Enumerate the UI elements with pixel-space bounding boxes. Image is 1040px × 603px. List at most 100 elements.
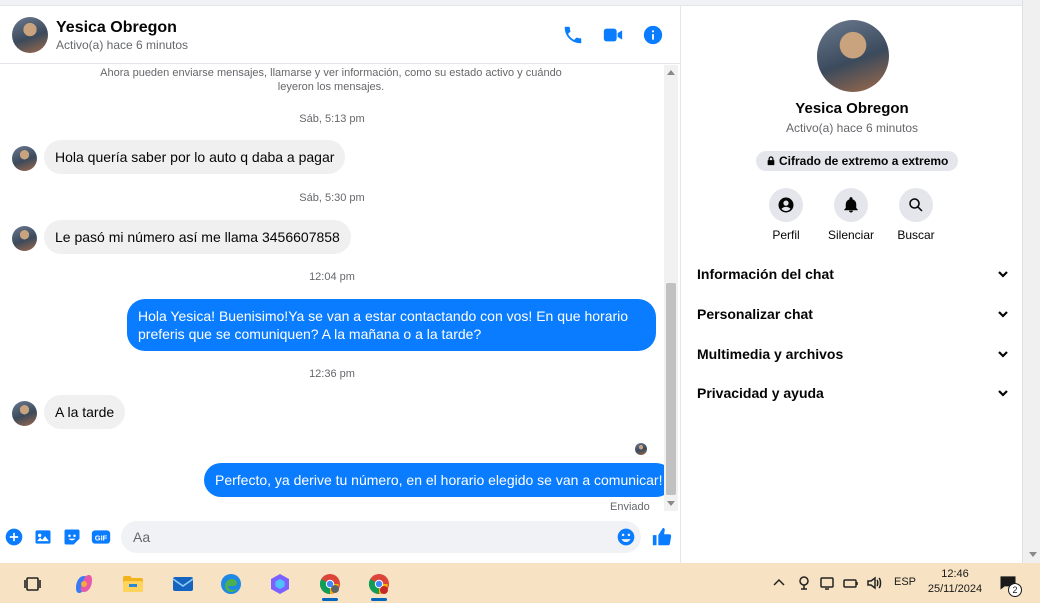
- voice-call-button[interactable]: [562, 24, 584, 46]
- chevron-down-icon: [998, 311, 1008, 318]
- chevron-down-icon: [998, 271, 1008, 278]
- search-action-label: Buscar: [897, 228, 935, 242]
- message-scrollbar[interactable]: [664, 65, 678, 511]
- camera-tray-button[interactable]: [796, 575, 812, 591]
- incoming-message[interactable]: A la tarde: [44, 395, 126, 429]
- contact-status: Activo(a) hace 6 minutos: [56, 38, 189, 52]
- composer: GIF: [0, 516, 681, 558]
- edge-button[interactable]: [211, 567, 251, 601]
- hexagon-app-icon: [271, 574, 289, 594]
- video-camera-icon: [603, 28, 623, 42]
- copilot-button[interactable]: [64, 567, 104, 601]
- outgoing-message[interactable]: Hola Yesica! Buenisimo!Ya se van a estar…: [127, 299, 656, 351]
- clock-date: 25/11/2024: [927, 583, 983, 595]
- notification-center-button[interactable]: 2: [998, 573, 1022, 597]
- profile-status: Activo(a) hace 6 minutos: [785, 121, 919, 135]
- file-explorer-button[interactable]: [113, 567, 153, 601]
- incoming-message[interactable]: Le pasó mi número así me llama 345660785…: [44, 220, 351, 254]
- section-label: Información del chat: [697, 266, 834, 282]
- emoji-button[interactable]: [616, 527, 636, 547]
- profile-action[interactable]: Perfil: [756, 188, 816, 242]
- taskbar: ESP 12:46 25/11/2024 2: [0, 563, 1040, 603]
- show-hidden-icons-button[interactable]: [771, 575, 787, 591]
- scroll-down-icon[interactable]: [667, 501, 675, 506]
- chat-header: Yesica Obregon Activo(a) hace 6 minutos: [0, 6, 681, 64]
- more-actions-button[interactable]: [4, 527, 24, 547]
- chat-pane: Yesica Obregon Activo(a) hace 6 minutos …: [0, 6, 681, 563]
- timestamp: Sáb, 5:30 pm: [299, 192, 365, 204]
- section-privacy-help[interactable]: Privacidad y ayuda: [697, 381, 1009, 405]
- sender-avatar[interactable]: [12, 146, 37, 171]
- copilot-app-button[interactable]: [260, 567, 300, 601]
- folder-icon: [123, 576, 143, 592]
- search-action[interactable]: Buscar: [886, 188, 946, 242]
- sender-avatar[interactable]: [12, 226, 37, 251]
- send-like-button[interactable]: [651, 526, 673, 548]
- sticker-button[interactable]: [62, 527, 82, 547]
- timestamp: 12:36 pm: [309, 368, 355, 380]
- webcam-icon: [799, 576, 809, 590]
- battery-tray-button[interactable]: [843, 575, 859, 591]
- attach-photo-button[interactable]: [33, 527, 53, 547]
- conversation-info-button[interactable]: [642, 24, 664, 46]
- gif-icon: GIF: [91, 530, 111, 544]
- profile-action-label: Perfil: [772, 228, 800, 242]
- volume-tray-button[interactable]: [866, 575, 882, 591]
- chrome-profile-button[interactable]: [359, 567, 399, 601]
- scroll-thumb[interactable]: [666, 283, 676, 495]
- sticker-icon: [64, 529, 80, 545]
- phone-icon: [564, 26, 582, 44]
- speaker-icon: [867, 576, 882, 590]
- screen-tray-button[interactable]: [819, 575, 835, 591]
- clock[interactable]: 12:46 25/11/2024: [922, 567, 988, 597]
- video-call-button[interactable]: [602, 24, 624, 46]
- section-chat-info[interactable]: Información del chat: [697, 262, 1009, 286]
- task-view-icon: [24, 577, 41, 591]
- chevron-down-icon: [998, 351, 1008, 358]
- mute-action[interactable]: Silenciar: [821, 188, 881, 242]
- chevron-up-icon: [773, 578, 785, 586]
- svg-text:GIF: GIF: [95, 533, 108, 542]
- gif-button[interactable]: GIF: [91, 527, 111, 547]
- sender-avatar[interactable]: [12, 401, 37, 426]
- notification-count: 2: [1008, 583, 1022, 597]
- scroll-up-icon[interactable]: [667, 70, 675, 75]
- incoming-message[interactable]: Hola quería saber por lo auto q daba a p…: [44, 140, 346, 174]
- chrome-icon: [368, 574, 389, 595]
- lock-icon: [767, 156, 775, 166]
- battery-icon: [843, 579, 858, 588]
- section-label: Multimedia y archivos: [697, 346, 844, 362]
- edge-icon: [221, 574, 241, 594]
- task-view-button[interactable]: [14, 567, 54, 601]
- plus-circle-icon: [5, 528, 23, 546]
- profile-avatar[interactable]: [817, 20, 889, 92]
- chrome-icon: [319, 574, 340, 595]
- scroll-down-icon[interactable]: [1029, 552, 1037, 557]
- contact-avatar[interactable]: [12, 17, 48, 53]
- read-receipt-avatar: [635, 443, 647, 455]
- contact-name[interactable]: Yesica Obregon: [56, 19, 177, 37]
- delivery-status: Enviado: [610, 501, 650, 511]
- chevron-down-icon: [998, 390, 1008, 397]
- image-icon: [35, 530, 51, 544]
- mail-button[interactable]: [163, 567, 203, 601]
- chrome-button[interactable]: [310, 567, 350, 601]
- section-customize-chat[interactable]: Personalizar chat: [697, 302, 1009, 326]
- conversation-info-pane: Yesica Obregon Activo(a) hace 6 minutos …: [682, 6, 1022, 563]
- outgoing-message[interactable]: Perfecto, ya derive tu número, en el hor…: [204, 463, 664, 497]
- bell-icon: [844, 197, 858, 213]
- timestamp: 12:04 pm: [309, 271, 355, 283]
- message-input[interactable]: [121, 521, 641, 553]
- encryption-label: Cifrado de extremo a extremo: [779, 154, 949, 168]
- encryption-badge[interactable]: Cifrado de extremo a extremo: [756, 151, 959, 171]
- thumbs-up-icon: [652, 527, 672, 546]
- info-icon: [643, 25, 663, 45]
- monitor-icon: [820, 577, 834, 590]
- mute-action-label: Silenciar: [827, 228, 875, 242]
- message-list[interactable]: Ahora pueden enviarse mensajes, llamarse…: [0, 65, 664, 511]
- page-scrollbar[interactable]: [1022, 0, 1040, 563]
- search-icon: [909, 198, 923, 212]
- section-media-files[interactable]: Multimedia y archivos: [697, 342, 1009, 366]
- language-indicator[interactable]: ESP: [894, 576, 916, 588]
- conversation-intro: Ahora pueden enviarse mensajes, llamarse…: [100, 67, 562, 93]
